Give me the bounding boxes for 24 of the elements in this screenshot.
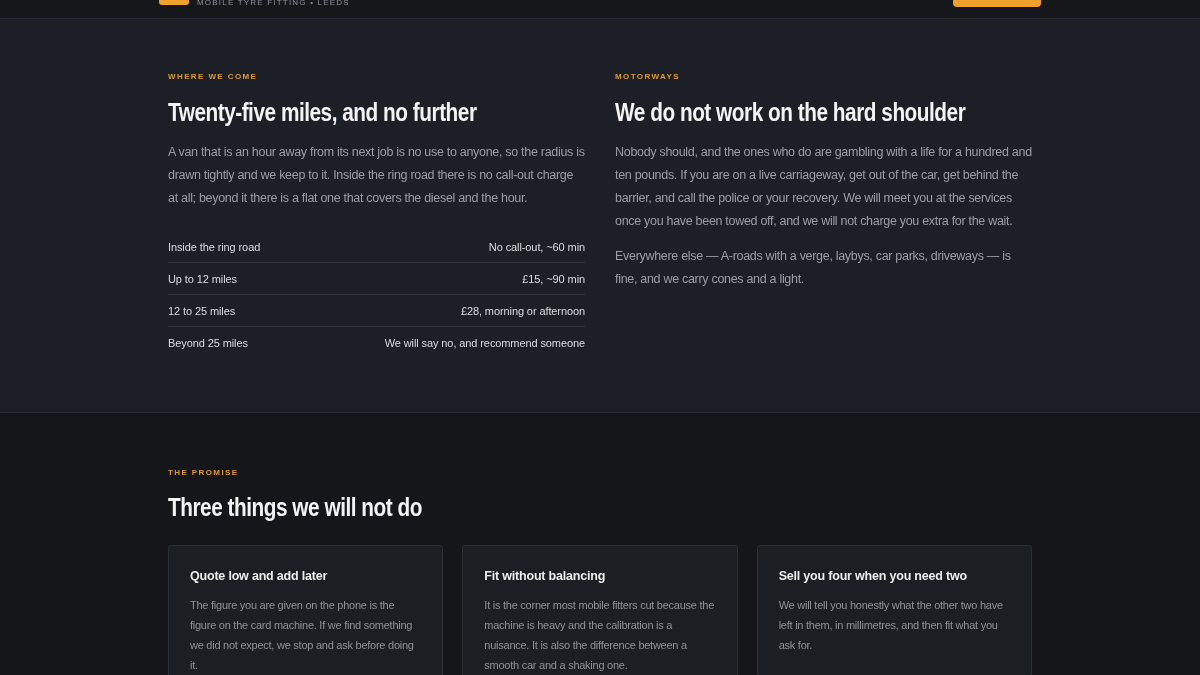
distance-label: Beyond 25 miles [168, 336, 248, 350]
card-text: The figure you are given on the phone is the figure on the card machine. If we find something we did not expect, we stop and ask before doing it. [190, 598, 415, 673]
distance-label: 12 to 25 miles [168, 304, 236, 318]
eyebrow-label: MOTORWAYS [615, 72, 680, 82]
section-heading: Three things we will not do [168, 492, 422, 522]
distance-label: Up to 12 miles [168, 272, 237, 286]
charge-text: We will say no, and recommend someone [384, 336, 585, 350]
section-heading: Twenty-five miles, and no further [168, 97, 477, 127]
card-text: We will tell you honestly what the other two have left in them, in millimetres, and then fit what you ask for. [778, 598, 1004, 653]
tagline-text: MOBILE TYRE FITTING • LEEDS [197, 0, 350, 8]
body-paragraph: Nobody should, and the ones who do are gambling with a life for a hundred and ten pounds. If you are on a live carriageway, get out of the car, get behind the barrier, and call the police or your recovery. We will meet you at the services once you have been towed off, and we will not charge you extra for the wait. [615, 144, 1032, 230]
eyebrow-label: WHERE WE COME [168, 72, 258, 82]
eyebrow-label: THE PROMISE [168, 468, 239, 478]
charge-text: £15, ~90 min [522, 272, 585, 286]
body-paragraph: Everywhere else — A-roads with a verge, laybys, car parks, driveways — is fine, and we carry cones and a light. [615, 248, 1012, 288]
distance-label: Inside the ring road [168, 240, 261, 254]
charge-text: £28, morning or afternoon [460, 304, 585, 318]
section-heading: We do not work on the hard shoulder [615, 97, 966, 127]
charge-text: No call-out, ~60 min [488, 240, 585, 254]
card-title: Fit without balancing [484, 568, 607, 584]
card-title: Sell you four when you need two [778, 568, 968, 584]
body-paragraph: A van that is an hour away from its next job is no use to anyone, so the radius is drawn tightly and we keep to it. Inside the ring road there is no call-out charge at all; beyond it there is a flat one that covers the diesel and the hour. [168, 144, 585, 207]
card-text: It is the corner most mobile fitters cut because the machine is heavy and the calibration is a nuisance. It is also the difference between a smooth car and a shaking one. [484, 598, 716, 673]
card-title: Quote low and add later [190, 568, 329, 584]
